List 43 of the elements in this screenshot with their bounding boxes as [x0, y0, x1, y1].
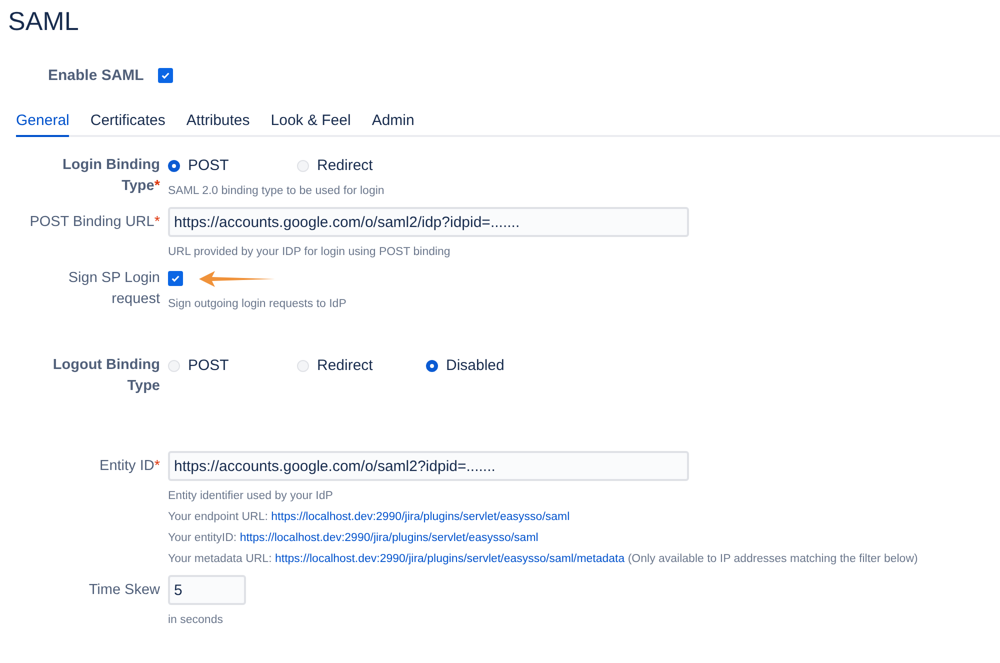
tab[interactable]: General: [16, 112, 70, 137]
radio-option[interactable]: POST: [168, 357, 297, 374]
radio-label: POST: [188, 157, 229, 174]
field-label: Logout Binding Type: [52, 356, 160, 396]
text-field[interactable]: https://accounts.google.com/o/saml2/idp?idpid=.......: [168, 207, 689, 237]
help-text: Sign outgoing login requests to IdP: [168, 298, 348, 310]
radio-label: Redirect: [317, 157, 373, 174]
check-icon: [171, 274, 180, 283]
radio-icon[interactable]: [168, 160, 180, 172]
field-label: POST Binding URL*: [30, 213, 160, 232]
field-label: Sign SP Login request: [67, 269, 160, 309]
url-link[interactable]: https://localhost.dev:2990/jira/plugins/servlet/easysso/saml/metadata: [274, 553, 625, 565]
field-label: Entity ID*: [100, 457, 160, 476]
radio-label: Disabled: [446, 357, 504, 374]
field-label: Login Binding Type*: [62, 156, 160, 196]
help-text: URL provided by your IDP for login using POST binding: [168, 246, 452, 258]
url-link[interactable]: https://localhost.dev:2990/jira/plugins/servlet/easysso/saml: [240, 532, 538, 544]
help-text: in seconds: [168, 614, 224, 626]
enable-label: Enable SAML: [48, 67, 144, 84]
radio-label: POST: [188, 357, 229, 374]
page-title: SAML: [8, 6, 80, 37]
help-text: SAML 2.0 binding type to be used for login: [168, 185, 386, 197]
radio-option[interactable]: Redirect: [297, 357, 426, 374]
check-icon: [160, 71, 170, 80]
help-text: Entity identifier used by your IdP: [168, 490, 334, 502]
checkbox[interactable]: [168, 271, 183, 286]
radio-option[interactable]: Disabled: [426, 357, 555, 374]
radio-label: Redirect: [317, 357, 373, 374]
tab[interactable]: Attributes: [186, 112, 250, 137]
number-field[interactable]: 5: [168, 575, 246, 605]
checkbox[interactable]: [158, 68, 173, 83]
tab[interactable]: Admin: [372, 112, 414, 137]
radio-option[interactable]: Redirect: [297, 157, 426, 174]
radio-icon[interactable]: [426, 360, 438, 372]
tab[interactable]: Certificates: [90, 112, 166, 137]
radio-option[interactable]: POST: [168, 157, 297, 174]
help-text: Your entityID: https://localhost.dev:2990/jira/plugins/servlet/easysso/saml: [168, 532, 540, 544]
tab[interactable]: Look & Feel: [270, 112, 351, 137]
help-text: Your endpoint URL: https://localhost.dev:2990/jira/plugins/servlet/easysso/saml: [168, 511, 571, 523]
text-field[interactable]: https://accounts.google.com/o/saml2?idpid=.......: [168, 451, 689, 481]
help-text: Your metadata URL: https://localhost.dev:2990/jira/plugins/servlet/easysso/saml/metadata (Only available to IP addresses matching the filter below): [168, 553, 919, 565]
url-link[interactable]: https://localhost.dev:2990/jira/plugins/servlet/easysso/saml: [271, 511, 570, 523]
field-label: Time Skew: [88, 581, 160, 600]
